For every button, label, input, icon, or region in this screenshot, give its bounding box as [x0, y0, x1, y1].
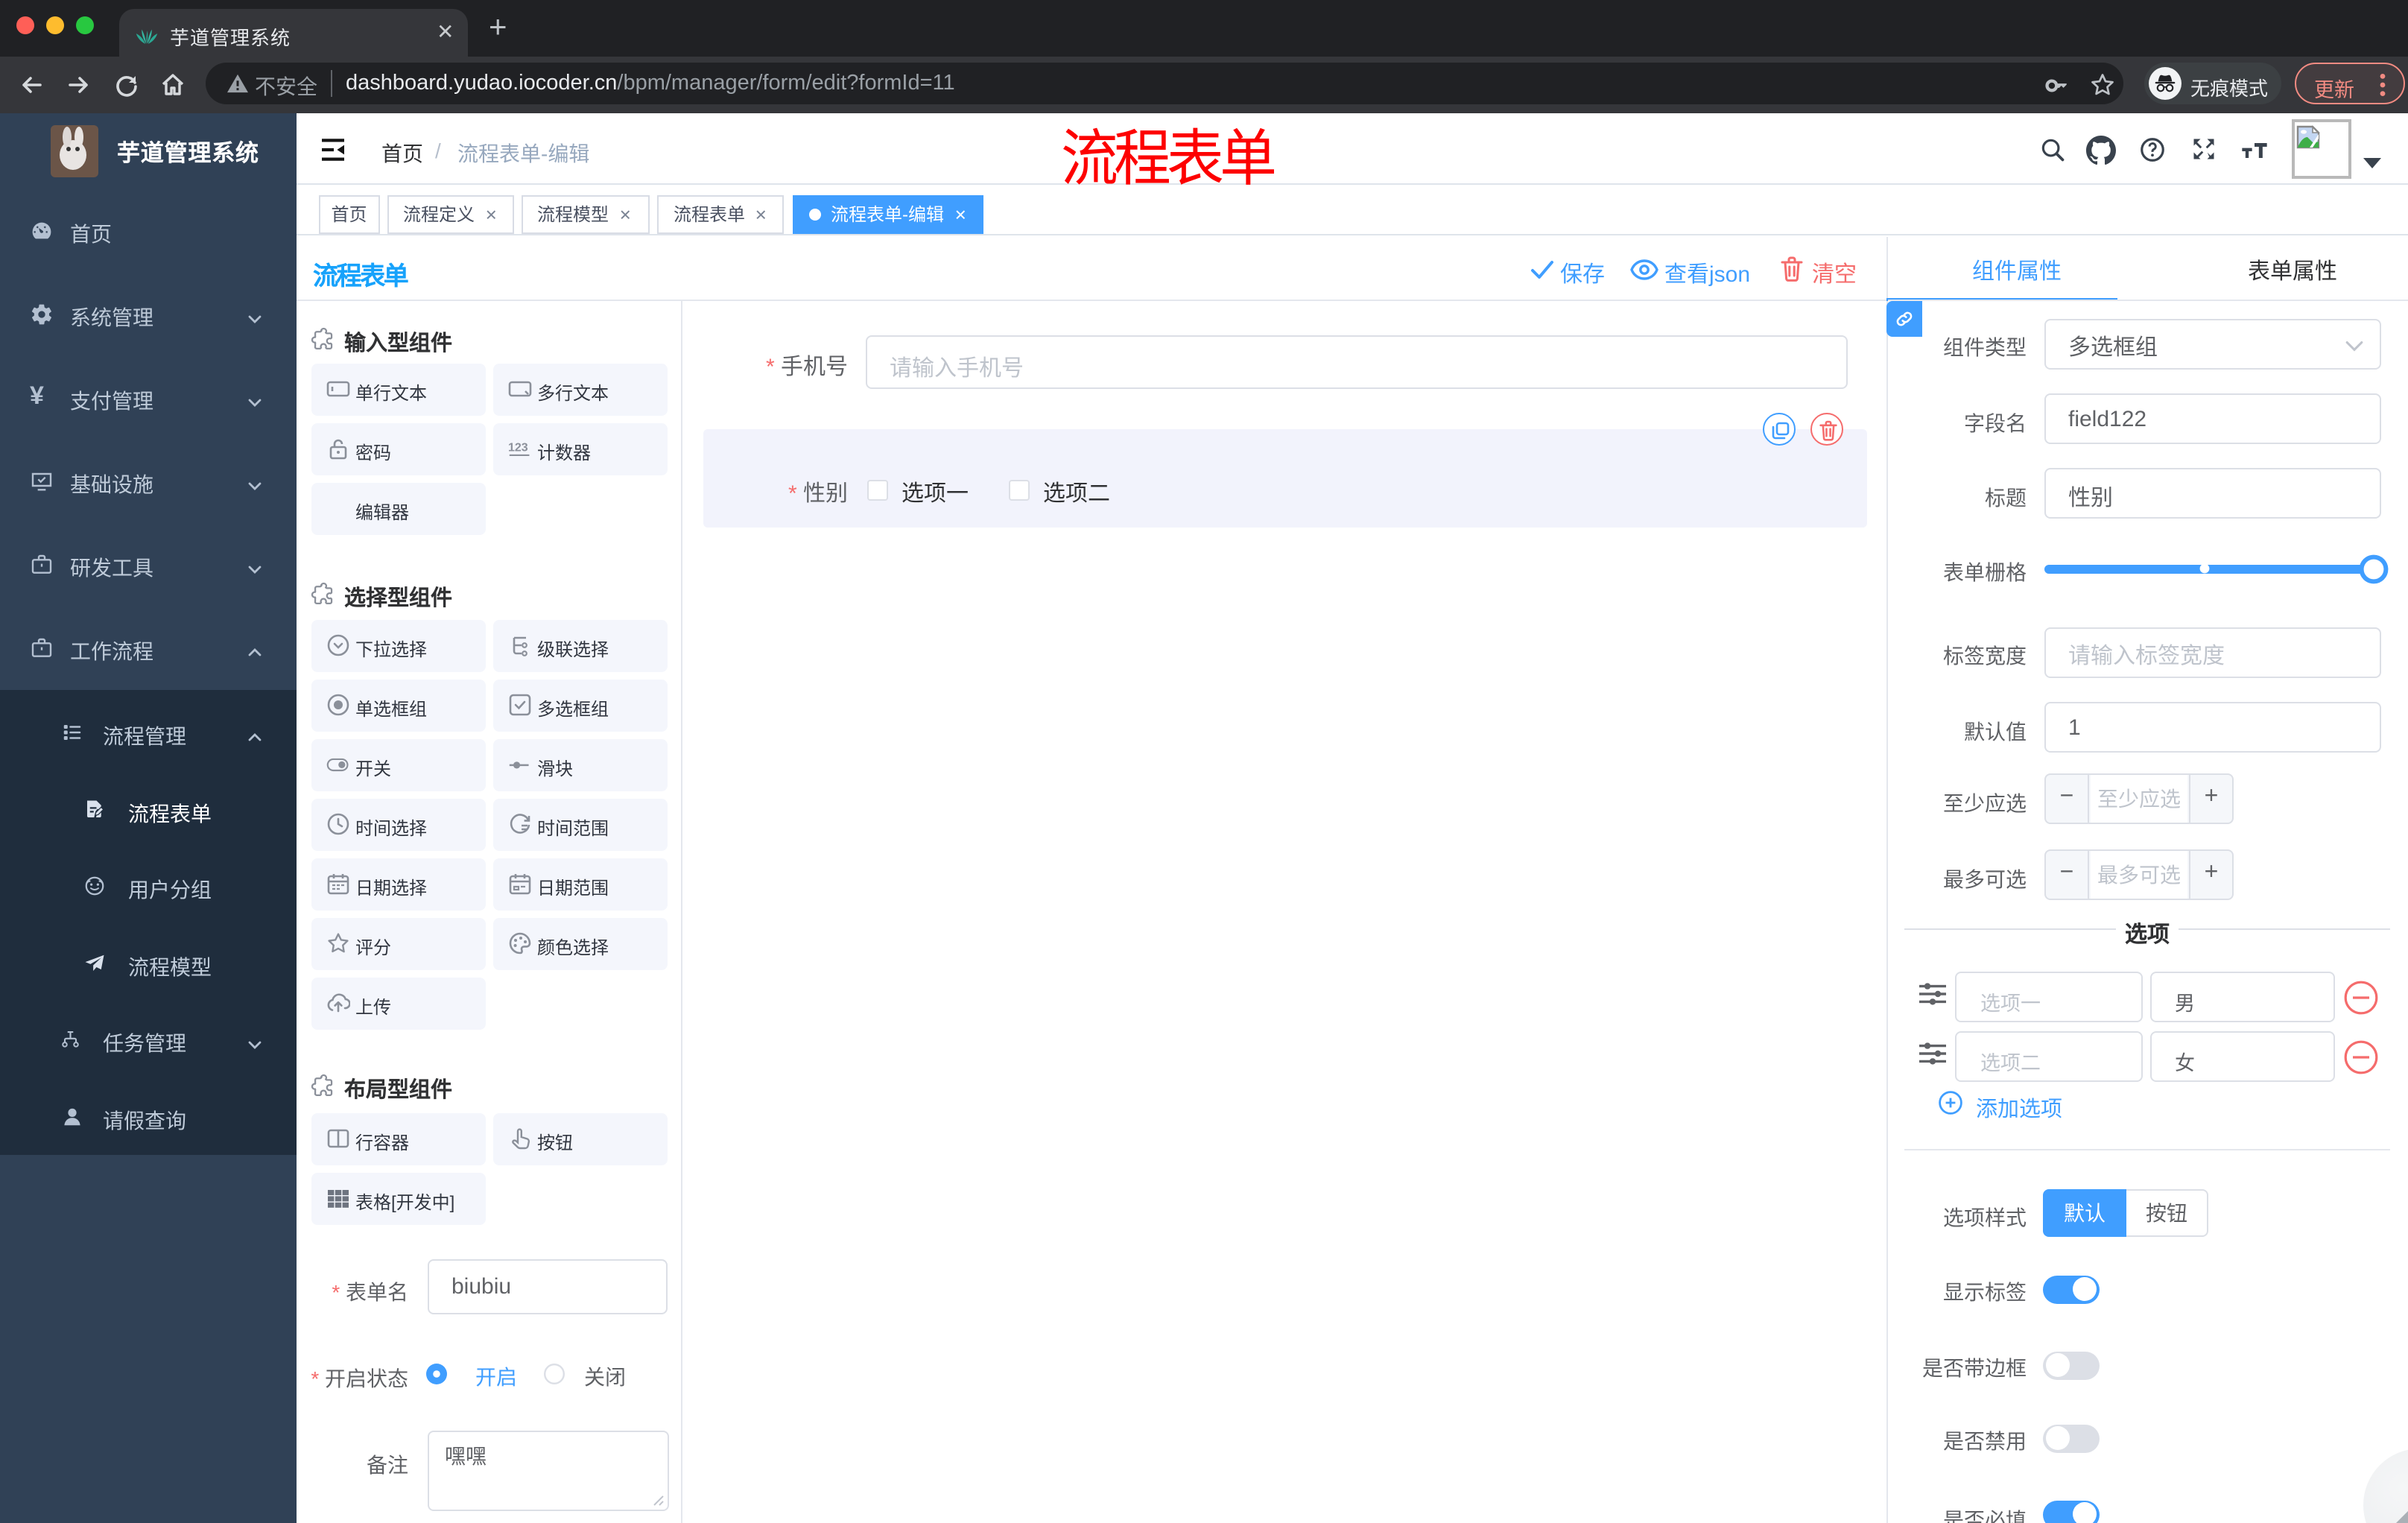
svg-text:123: 123 — [507, 442, 527, 455]
